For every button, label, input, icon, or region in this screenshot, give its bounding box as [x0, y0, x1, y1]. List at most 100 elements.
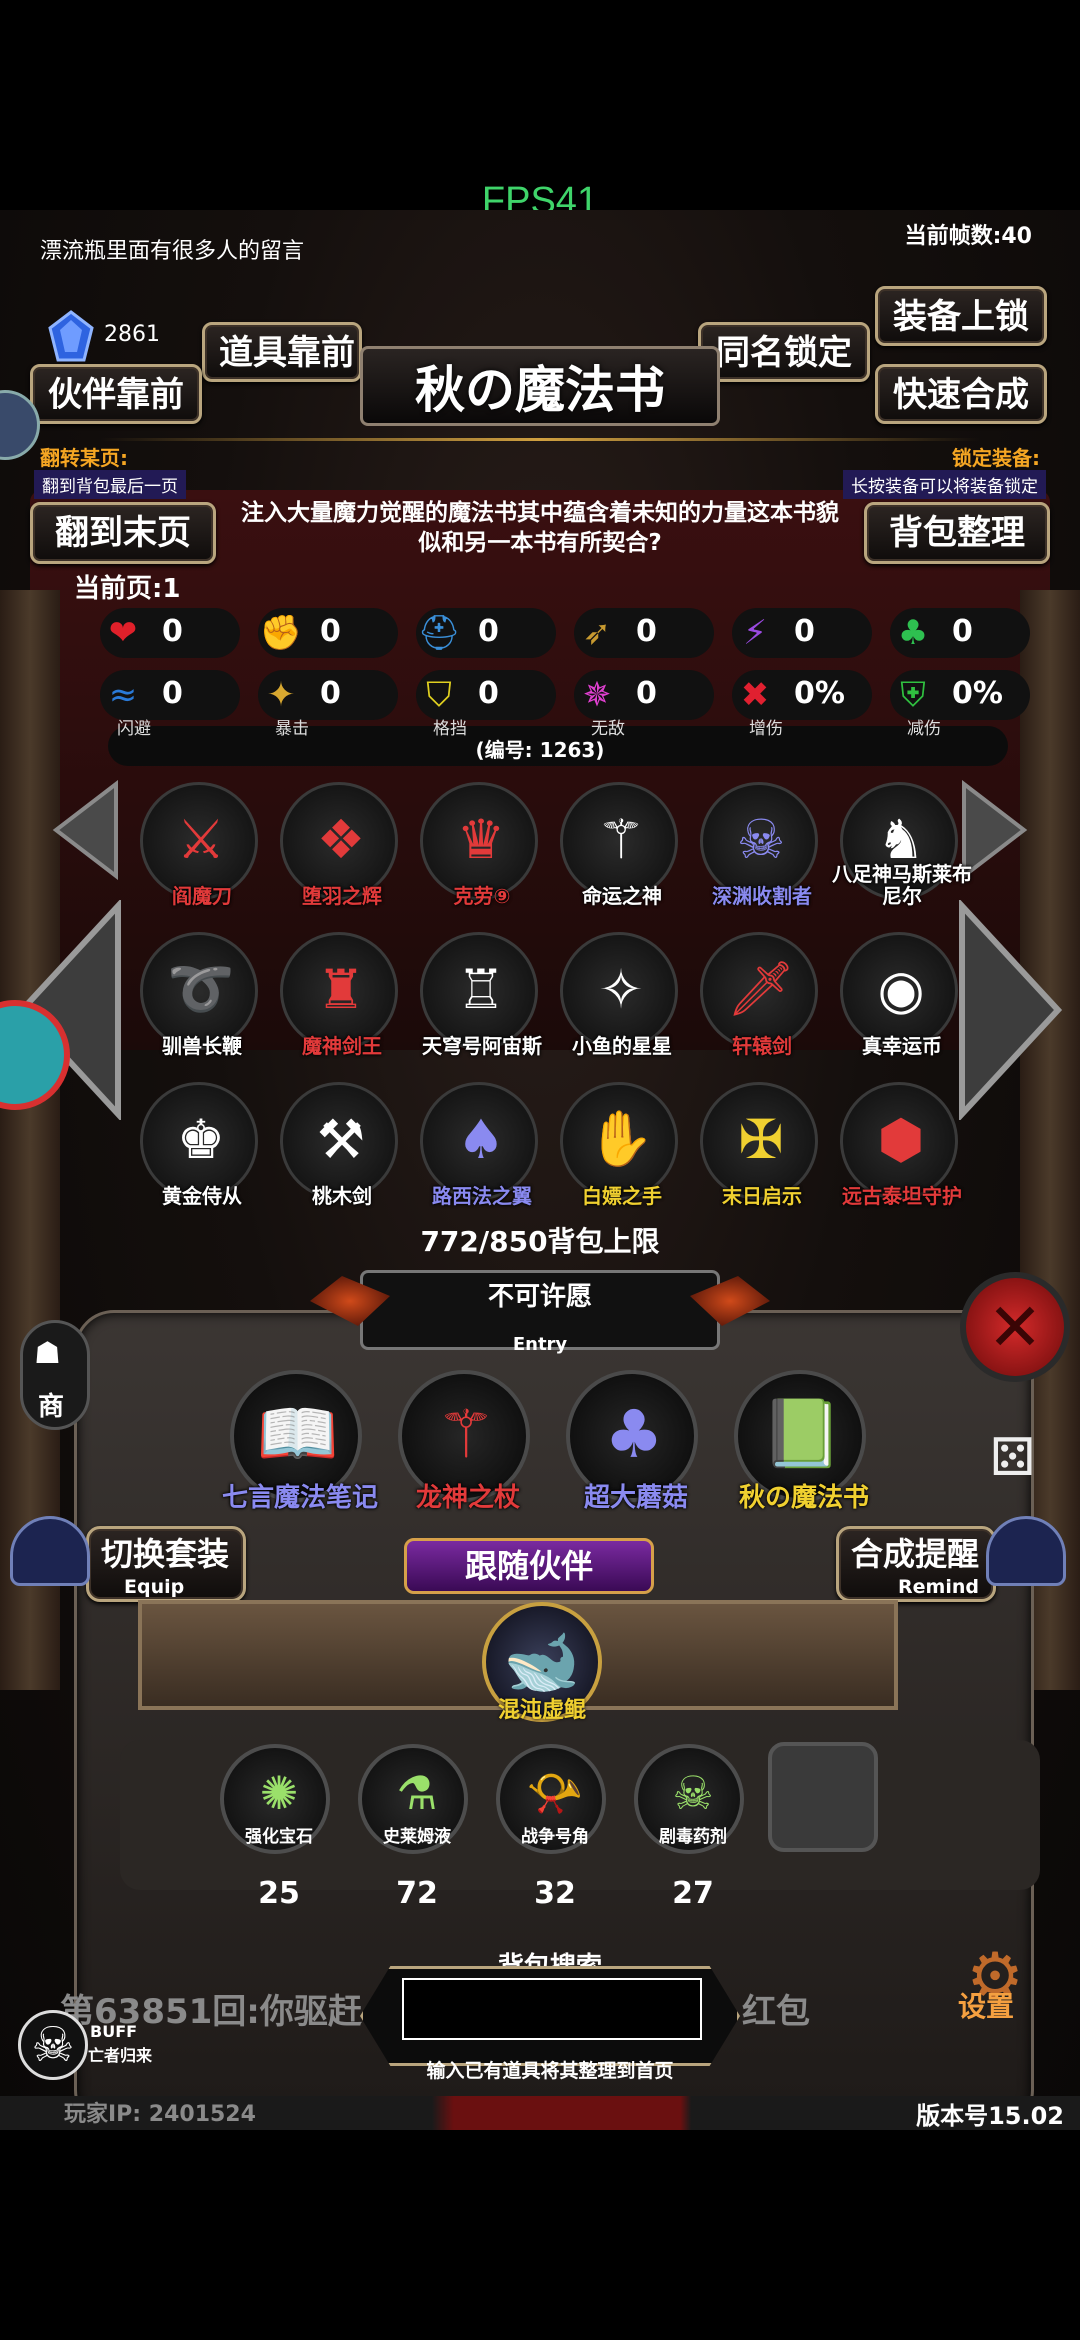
inventory-slot[interactable]: ♖ 天穹号阿宙斯	[420, 932, 542, 1057]
material-slot[interactable]: ⚗ 史莱姆液 72	[358, 1744, 468, 1911]
items-front-button[interactable]: 道具靠前	[202, 322, 362, 382]
inventory-slot[interactable]: ♚ 黄金侍从	[140, 1082, 258, 1207]
next-page-arrow[interactable]	[956, 898, 1066, 1124]
crystal-icon	[44, 310, 98, 364]
item-name: 桃木剑	[312, 1184, 372, 1208]
item-art: ◉	[877, 957, 925, 1021]
material-slot[interactable]: 📯 战争号角 32	[496, 1744, 606, 1911]
stat-caption: 减伤	[907, 719, 941, 739]
inventory-slot[interactable]: ♞ 八足神马斯莱布尼尔	[832, 782, 972, 907]
material-count: 27	[672, 1876, 714, 1911]
item-art: ✠	[738, 1107, 784, 1171]
stat2-2: ⛉ 0 格挡	[416, 670, 556, 739]
stat2-3: ✵ 0 无敌	[574, 670, 714, 739]
material-slot[interactable]: ✺ 强化宝石 25	[220, 1744, 330, 1911]
game-area: 漂流瓶里面有很多人的留言 当前帧数:40 2861 装备上锁 道具靠前 同名锁定…	[0, 210, 1080, 2130]
stat-caption: 格挡	[433, 719, 467, 739]
dice-icon[interactable]: ⚄	[990, 1428, 1050, 1488]
inventory-slot[interactable]: ◉ 真幸运币	[840, 932, 958, 1057]
player-ip: 玩家IP: 2401524	[64, 2102, 256, 2127]
item-name: 远古泰坦守护	[842, 1184, 962, 1208]
item-art: ✧	[598, 957, 644, 1021]
item-name: 驯兽长鞭	[162, 1034, 242, 1058]
inventory-slot[interactable]: ✋ 白嫖之手	[560, 1082, 678, 1207]
version: 版本号15.02	[916, 2102, 1064, 2130]
wish-item-slot[interactable]: ⚚ 龙神之杖	[398, 1370, 530, 1513]
inventory-slot[interactable]: ♜ 魔神剑王	[280, 932, 398, 1057]
lock-hint-desc: 长按装备可以将装备锁定	[843, 470, 1046, 499]
item-name: 魔神剑王	[302, 1034, 382, 1058]
inventory-slot[interactable]: ⬢ 远古泰坦守护	[840, 1082, 962, 1207]
inventory-slot[interactable]: ⚒ 桃木剑	[280, 1082, 398, 1207]
inventory-slot[interactable]: ⚔ 阎魔刀	[140, 782, 258, 907]
same-name-lock-button[interactable]: 同名锁定	[698, 322, 870, 382]
broadcast-right: 红包	[742, 1992, 810, 2032]
material-count: 72	[396, 1876, 438, 1911]
inventory-slot[interactable]: ♠ 路西法之翼	[420, 1082, 538, 1207]
prev-page-small-arrow[interactable]	[50, 779, 120, 884]
material-name: 史莱姆液	[383, 1827, 451, 1847]
switch-set-sub: Equip	[124, 1576, 185, 1598]
item-art: ♠	[456, 1107, 506, 1171]
inventory-slot[interactable]: ☠ 深渊收割者	[700, 782, 818, 907]
item-art: ➰	[167, 957, 235, 1020]
captain-hat-icon	[10, 1516, 90, 1586]
stat1-4: ⚡ 0	[732, 608, 872, 658]
inventory-slot[interactable]: ✠ 末日启示	[700, 1082, 818, 1207]
inventory-slot[interactable]: ✧ 小鱼的星星	[560, 932, 678, 1057]
inventory-slot[interactable]: ➰ 驯兽长鞭	[140, 932, 258, 1057]
item-art: ✋	[587, 1107, 655, 1170]
shop-label: 商	[38, 1392, 65, 1422]
flip-hint-desc: 翻到背包最后一页	[34, 470, 186, 499]
settings-label[interactable]: 设置	[958, 1985, 1014, 2025]
lightning-icon: ⚡	[743, 613, 767, 653]
inventory-slot[interactable]: ⚚ 命运之神	[560, 782, 678, 907]
buff-desc: 亡者归来	[88, 2046, 153, 2065]
last-page-button[interactable]: 翻到末页	[30, 502, 216, 564]
lock-hint-title: 锁定装备:	[952, 446, 1040, 470]
equip-lock-button[interactable]: 装备上锁	[875, 286, 1047, 346]
item-name: 天穹号阿宙斯	[422, 1034, 542, 1058]
stat-value: 0	[162, 614, 183, 649]
search-input[interactable]	[402, 1978, 702, 2040]
wish-item-slot[interactable]: 📖 七言魔法笔记	[222, 1370, 378, 1513]
stat-value: 0	[952, 614, 973, 649]
inventory-slot[interactable]: ❖ 堕羽之辉	[280, 782, 398, 907]
material-art: ⚗	[396, 1766, 438, 1820]
inventory-slot[interactable]: 🗡 轩辕剑	[700, 932, 818, 1057]
wish-item-name: 龙神之杖	[415, 1483, 520, 1513]
item-art: ♚	[176, 1107, 226, 1171]
item-art: ☠	[736, 807, 786, 871]
inventory-slot[interactable]: ♛ 克劳⑨	[420, 782, 538, 907]
partner-front-button[interactable]: 伙伴靠前	[30, 364, 202, 424]
heart-icon: ❤	[108, 613, 138, 653]
stat-caption: 增伤	[749, 719, 783, 739]
drift-bottle-message[interactable]: 漂流瓶里面有很多人的留言	[40, 233, 304, 265]
material-slot[interactable]: ☠ 剧毒药剂 27	[634, 1744, 744, 1911]
wish-item-art: 📗	[760, 1395, 844, 1472]
empty-material-slot[interactable]	[768, 1742, 878, 1852]
stat-value: 0%	[794, 676, 845, 711]
close-button[interactable]: ✕	[960, 1272, 1070, 1382]
bow-icon: ➶	[582, 613, 612, 653]
wish-item-name: 超大蘑菇	[583, 1483, 688, 1513]
item-title: 秋の魔法书	[415, 361, 665, 419]
material-art: 📯	[526, 1765, 584, 1820]
wish-label: 不可许愿	[487, 1282, 592, 1312]
stat2-4: ✖ 0% 增伤	[732, 670, 872, 739]
flip-hint-title: 翻转某页:	[40, 446, 128, 470]
wish-item-slot[interactable]: 📗 秋の魔法书	[734, 1370, 869, 1513]
stat-value: 0	[636, 614, 657, 649]
currency-amount: 2861	[104, 322, 160, 347]
stat2-1: ✦ 0 暴击	[258, 670, 398, 739]
wish-item-slot[interactable]: ♣ 超大蘑菇	[566, 1370, 698, 1513]
skull-icon[interactable]: ☠	[18, 2010, 88, 2080]
stat-caption: 无敌	[591, 719, 625, 739]
follow-partner-banner[interactable]: 跟随伙伴	[404, 1538, 654, 1594]
material-name: 强化宝石	[245, 1827, 313, 1847]
item-art: ♛	[456, 807, 506, 871]
bag-sort-button[interactable]: 背包整理	[864, 502, 1050, 564]
quick-combine-button[interactable]: 快速合成	[875, 364, 1047, 424]
wish-item-name: 七言魔法笔记	[221, 1483, 378, 1513]
item-name: 路西法之翼	[432, 1184, 532, 1208]
